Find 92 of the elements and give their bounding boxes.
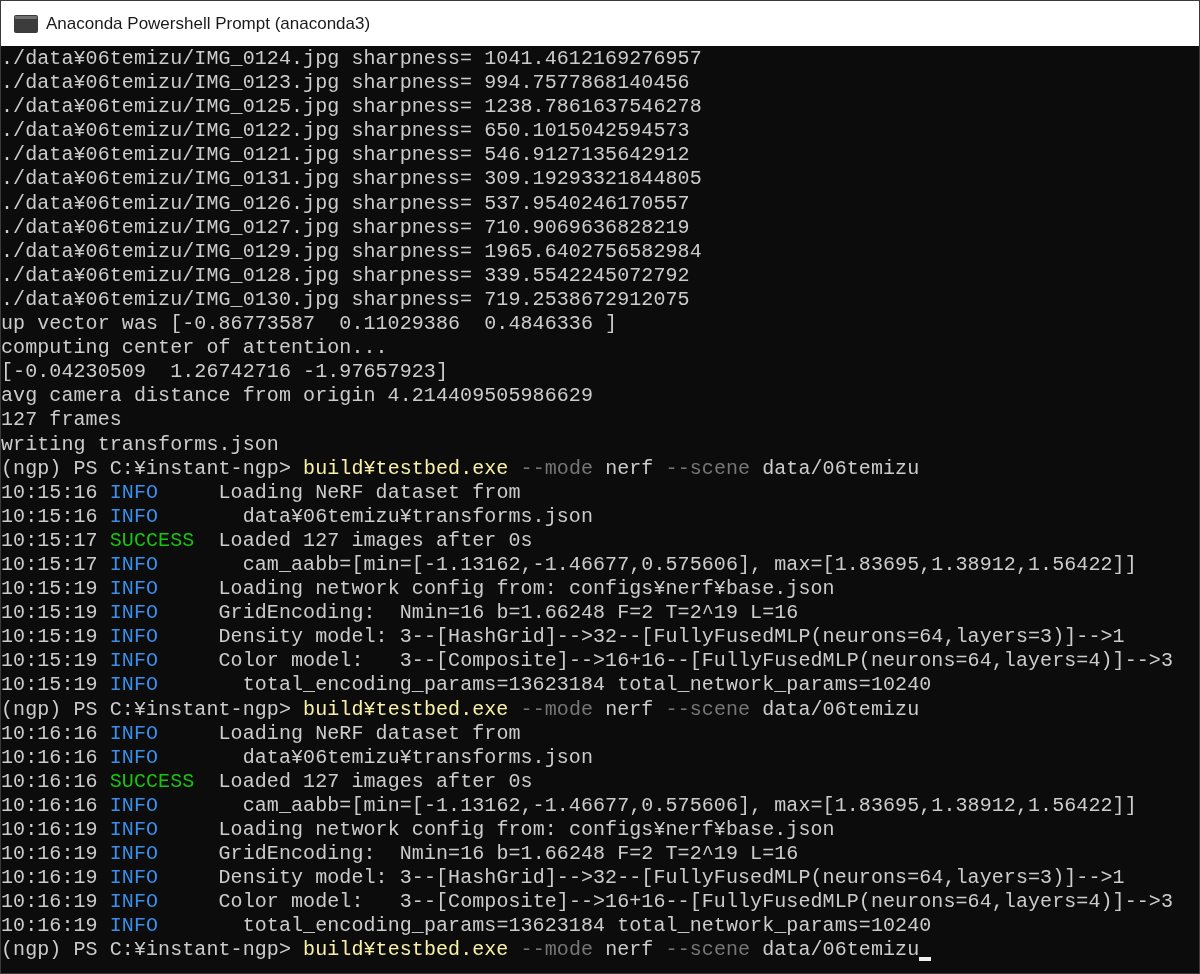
timestamp: 10:15:19 bbox=[1, 673, 99, 698]
log-level: SUCCESS bbox=[109, 528, 196, 553]
output-text: cam_aabb=[min=[-1.13162,-1.46677,0.575606], max=[1.83695,1.38912,1.56422]] bbox=[242, 552, 1137, 578]
log-level: INFO bbox=[109, 673, 160, 698]
log-level: INFO bbox=[109, 914, 160, 939]
output-text: ./data¥06temizu/IMG_0122.jpg sharpness= 650.1015042594573 bbox=[1, 119, 690, 144]
timestamp: 10:16:19 bbox=[1, 914, 99, 939]
output-text: data/06temizu bbox=[761, 697, 920, 722]
log-level: INFO bbox=[109, 890, 160, 915]
option-text: --mode bbox=[519, 697, 594, 722]
timestamp: 10:16:16 bbox=[1, 769, 99, 794]
log-level: INFO bbox=[109, 649, 160, 674]
option-text: --mode bbox=[519, 456, 594, 481]
timestamp: 10:15:19 bbox=[1, 577, 99, 602]
text-cursor bbox=[919, 956, 932, 961]
output-text: GridEncoding: Nmin=16 b=1.66248 F=2 T=2^19 L=16 bbox=[218, 601, 799, 626]
output-text: Loading NeRF dataset from bbox=[218, 721, 521, 746]
terminal-icon bbox=[14, 14, 38, 33]
log-level: SUCCESS bbox=[109, 769, 196, 794]
timestamp: 10:15:16 bbox=[1, 480, 99, 505]
timestamp: 10:16:19 bbox=[1, 890, 99, 915]
log-level: INFO bbox=[109, 866, 160, 891]
timestamp: 10:16:19 bbox=[1, 842, 99, 867]
output-text: [-0.04230509 1.26742716 -1.97657923] bbox=[1, 360, 449, 385]
command-name: build¥testbed.exe bbox=[303, 697, 509, 722]
output-text: (ngp) PS C:¥instant-ngp> bbox=[1, 938, 292, 963]
timestamp: 10:15:19 bbox=[1, 601, 99, 626]
timestamp: 10:16:16 bbox=[1, 745, 99, 770]
timestamp: 10:15:19 bbox=[1, 649, 99, 674]
log-level: INFO bbox=[109, 480, 160, 505]
output-text: total_encoding_params=13623184 total_network_params=10240 bbox=[242, 914, 932, 939]
window-title: Anaconda Powershell Prompt (anaconda3) bbox=[46, 12, 371, 35]
output-text: ./data¥06temizu/IMG_0121.jpg sharpness= 546.9127135642912 bbox=[1, 143, 690, 168]
output-text: data¥06temizu¥transforms.json bbox=[242, 504, 594, 529]
output-text: ./data¥06temizu/IMG_0125.jpg sharpness= 1238.7861637546278 bbox=[1, 95, 702, 120]
output-text: nerf bbox=[604, 697, 654, 722]
command-name: build¥testbed.exe bbox=[303, 938, 509, 963]
output-text: nerf bbox=[604, 938, 654, 963]
output-text: ./data¥06temizu/IMG_0129.jpg sharpness= 1965.6402756582984 bbox=[1, 239, 702, 264]
output-text: avg camera distance from origin 4.214409505986629 bbox=[1, 384, 593, 409]
log-level: INFO bbox=[109, 818, 160, 843]
output-text: Loading NeRF dataset from bbox=[218, 480, 521, 505]
output-text: ./data¥06temizu/IMG_0127.jpg sharpness= 710.9069636828219 bbox=[1, 215, 690, 240]
output-text: computing center of attention... bbox=[1, 336, 388, 361]
output-text: ./data¥06temizu/IMG_0124.jpg sharpness= 1041.4612169276957 bbox=[1, 47, 702, 72]
output-text: Density model: 3--[HashGrid]-->32--[FullyFusedMLP(neurons=64,layers=3)]-->1 bbox=[218, 625, 1125, 650]
log-level: INFO bbox=[109, 577, 160, 602]
log-level: INFO bbox=[109, 793, 160, 818]
log-level: INFO bbox=[109, 601, 160, 626]
output-text: up vector was [-0.86773587 0.11029386 0.4846336 ] bbox=[1, 312, 618, 337]
output-text: Loading network config from: configs¥nerf¥base.json bbox=[218, 577, 835, 602]
option-text: --scene bbox=[664, 456, 751, 481]
timestamp: 10:15:17 bbox=[1, 528, 99, 553]
output-text: ./data¥06temizu/IMG_0130.jpg sharpness= 719.2538672912075 bbox=[1, 287, 690, 313]
output-text: Loading network config from: configs¥nerf¥base.json bbox=[218, 818, 835, 843]
log-level: INFO bbox=[109, 842, 160, 867]
timestamp: 10:15:16 bbox=[1, 504, 99, 529]
option-text: --scene bbox=[664, 697, 751, 722]
log-level: INFO bbox=[109, 625, 160, 650]
output-text: Color model: 3--[Composite]-->16+16--[FullyFusedMLP(neurons=64,layers=4)]-->3 bbox=[218, 890, 1173, 915]
output-text: ./data¥06temizu/IMG_0126.jpg sharpness= 537.9540246170557 bbox=[1, 191, 690, 216]
timestamp: 10:16:19 bbox=[1, 818, 99, 843]
option-text: --mode bbox=[519, 938, 594, 963]
output-text: cam_aabb=[min=[-1.13162,-1.46677,0.575606], max=[1.83695,1.38912,1.56422]] bbox=[242, 793, 1137, 818]
output-text: data/06temizu bbox=[761, 456, 920, 481]
timestamp: 10:15:19 bbox=[1, 625, 99, 650]
output-text: Color model: 3--[Composite]-->16+16--[FullyFusedMLP(neurons=64,layers=4)]-->3 bbox=[218, 649, 1173, 674]
output-text: (ngp) PS C:¥instant-ngp> bbox=[1, 456, 292, 481]
timestamp: 10:16:16 bbox=[1, 793, 99, 818]
output-text: 127 frames bbox=[1, 408, 122, 433]
output-text: Loaded 127 images after 0s bbox=[218, 528, 533, 553]
output-text: (ngp) PS C:¥instant-ngp> bbox=[1, 697, 292, 722]
output-text: ./data¥06temizu/IMG_0123.jpg sharpness= 994.7577868140456 bbox=[1, 71, 690, 96]
log-level: INFO bbox=[109, 504, 160, 529]
output-text: data¥06temizu¥transforms.json bbox=[242, 745, 594, 770]
timestamp: 10:15:17 bbox=[1, 552, 99, 578]
command-name: build¥testbed.exe bbox=[303, 456, 509, 481]
output-text: writing transforms.json bbox=[1, 432, 279, 457]
timestamp: 10:16:16 bbox=[1, 721, 99, 746]
output-text: data/06temizu bbox=[761, 938, 920, 963]
timestamp: 10:16:19 bbox=[1, 866, 99, 891]
output-text: GridEncoding: Nmin=16 b=1.66248 F=2 T=2^19 L=16 bbox=[218, 842, 799, 867]
log-level: INFO bbox=[109, 721, 160, 746]
output-text: nerf bbox=[604, 456, 654, 481]
option-text: --scene bbox=[664, 938, 751, 963]
output-text: Loaded 127 images after 0s bbox=[218, 769, 533, 794]
output-text: ./data¥06temizu/IMG_0131.jpg sharpness= 309.19293321844805 bbox=[1, 167, 702, 192]
log-level: INFO bbox=[109, 745, 160, 770]
output-text: ./data¥06temizu/IMG_0128.jpg sharpness= 339.5542245072792 bbox=[1, 263, 690, 288]
log-level: INFO bbox=[109, 552, 160, 578]
output-text: Density model: 3--[HashGrid]-->32--[FullyFusedMLP(neurons=64,layers=3)]-->1 bbox=[218, 866, 1125, 891]
output-text: total_encoding_params=13623184 total_network_params=10240 bbox=[242, 673, 932, 698]
